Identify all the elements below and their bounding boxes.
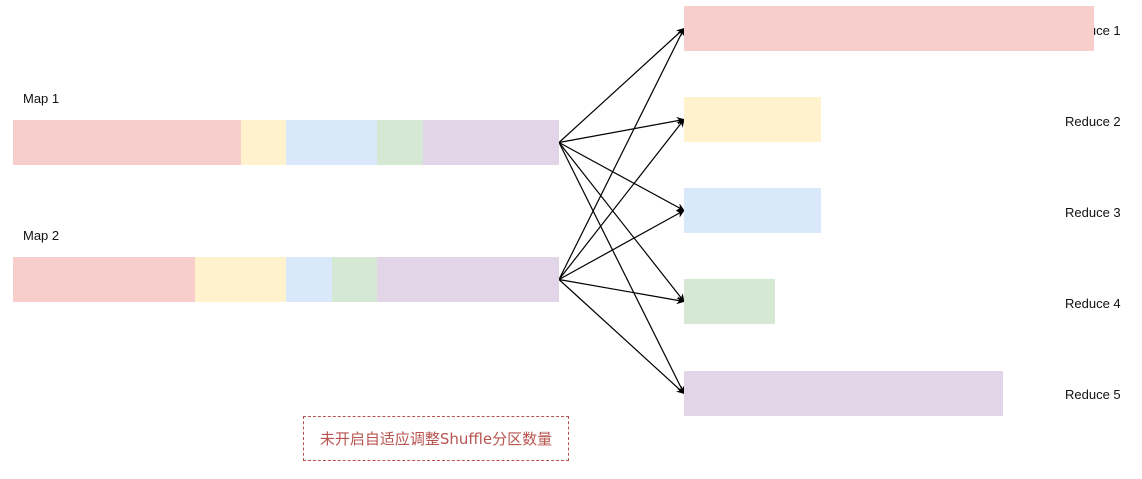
arrow-map-2-to-reduce-4 (558, 278, 685, 305)
map-1-partition-2 (240, 120, 286, 165)
map-1-partition-3 (286, 120, 377, 165)
reduce-2-bar (684, 97, 821, 142)
arrow-map-1-to-reduce-1 (558, 27, 685, 143)
reduce-4-bar (684, 279, 775, 324)
map-2-partition-2 (195, 257, 286, 302)
arrow-map-1-to-reduce-2 (558, 116, 685, 144)
map-2-partition-4 (331, 257, 377, 302)
arrow-map-2-to-reduce-2 (558, 118, 685, 280)
map-2-partition-3 (286, 257, 332, 302)
arrow-map-2-to-reduce-5 (558, 279, 685, 395)
arrow-map-1-to-reduce-4 (558, 142, 685, 303)
map-1-partition-4 (377, 120, 423, 165)
reduce-3-bar (684, 188, 821, 233)
shuffle-diagram: Map 1 Map 2 Reduce 1 Reduce 2 Reduce 3 R… (0, 0, 1142, 479)
arrow-map-2-to-reduce-1 (558, 27, 685, 280)
map-1-partition-5 (422, 120, 559, 165)
reduce-5-bar (684, 371, 1003, 416)
reduce-1-bar (684, 6, 1094, 51)
map-2-partition-1 (13, 257, 195, 302)
map-2-partition-5 (377, 257, 559, 302)
caption-box: 未开启自适应调整Shuffle分区数量 (303, 416, 569, 461)
caption-text: 未开启自适应调整Shuffle分区数量 (319, 430, 553, 448)
arrow-map-1-to-reduce-5 (558, 142, 685, 395)
map-1-partition-1 (13, 120, 241, 165)
